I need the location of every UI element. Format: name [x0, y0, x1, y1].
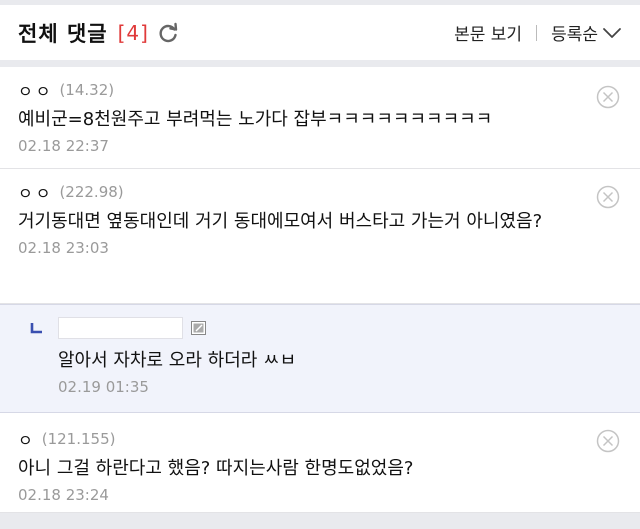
comment-ip: (121.155)	[41, 430, 116, 448]
edit-icon[interactable]	[191, 321, 206, 335]
comment-ip: (222.98)	[59, 183, 124, 201]
comment-header: 전체 댓글 [4] 본문 보기 등록순	[0, 5, 640, 60]
header-left: 전체 댓글 [4]	[18, 18, 179, 48]
page-title: 전체 댓글	[18, 21, 108, 46]
reply-meta	[58, 317, 580, 339]
refresh-icon[interactable]	[157, 22, 179, 44]
comment-item: ㅇ (121.155) 아니 그걸 하란다고 했음? 따지는사람 한명도없었음?…	[0, 413, 640, 513]
comment-item: ㅇㅇ (222.98) 거기동대면 옆동대인데 거기 동대에모여서 버스타고 가…	[0, 169, 640, 304]
close-circle-icon[interactable]	[596, 429, 620, 453]
reply-author-box	[58, 317, 183, 339]
reply-arrow-icon	[30, 319, 44, 334]
comment-meta: ㅇㅇ (14.32)	[18, 78, 580, 102]
reply-date: 02.19 01:35	[58, 378, 149, 396]
comment-author[interactable]: ㅇㅇ	[18, 180, 53, 204]
view-post-button[interactable]: 본문 보기	[454, 20, 522, 45]
comment-item: ㅇㅇ (14.32) 예비군=8천원주고 부려먹는 노가다 잡부ㅋㅋㅋㅋㅋㅋㅋㅋ…	[0, 67, 640, 169]
close-circle-icon[interactable]	[596, 185, 620, 209]
comment-date: 02.18 23:03	[18, 239, 109, 257]
header-right: 본문 보기 등록순	[454, 20, 622, 45]
sort-label: 등록순	[551, 25, 598, 45]
comment-count: [4]	[117, 20, 149, 45]
comment-ip: (14.32)	[59, 81, 115, 99]
comment-meta: ㅇㅇ (222.98)	[18, 180, 580, 204]
chevron-down-icon	[603, 27, 621, 38]
sort-dropdown[interactable]: 등록순	[551, 20, 622, 45]
reply-item: 알아서 자차로 오라 하더라 ㅆㅂ 02.19 01:35	[0, 304, 640, 413]
comment-text: 거기동대면 옆동대인데 거기 동대에모여서 버스타고 가는거 아니였음?	[18, 211, 543, 232]
reply-text: 알아서 자차로 오라 하더라 ㅆㅂ	[58, 350, 297, 371]
comment-author[interactable]: ㅇㅇ	[18, 78, 53, 102]
comment-date: 02.18 23:24	[18, 486, 109, 504]
divider	[536, 24, 538, 41]
comment-date: 02.18 22:37	[18, 137, 109, 155]
comment-text: 아니 그걸 하란다고 했음? 따지는사람 한명도없었음?	[18, 458, 414, 479]
comment-meta: ㅇ (121.155)	[18, 427, 580, 451]
comment-text: 예비군=8천원주고 부려먹는 노가다 잡부ㅋㅋㅋㅋㅋㅋㅋㅋㅋㅋ	[18, 109, 493, 130]
bottom-strip	[0, 513, 640, 529]
gap	[0, 60, 640, 67]
comment-author[interactable]: ㅇ	[18, 427, 36, 451]
close-circle-icon[interactable]	[596, 85, 620, 109]
